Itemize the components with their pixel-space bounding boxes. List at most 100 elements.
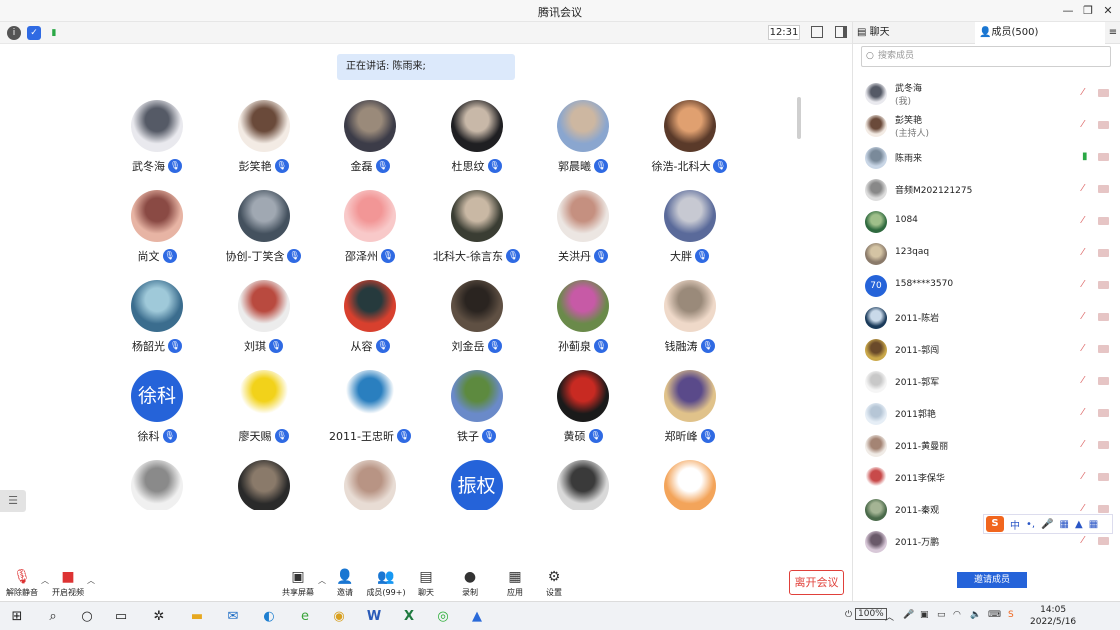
member-row[interactable]: 2011李保华 ⁄ [853, 462, 1120, 494]
member-row[interactable]: 1084 ⁄ [853, 206, 1120, 238]
system-clock[interactable]: 14:05 2022/5/16 [1030, 604, 1076, 628]
participant-tile[interactable]: 杜思纹 🎙 [424, 100, 530, 190]
participant-tile[interactable] [211, 460, 317, 510]
edge-icon[interactable]: ◐ [260, 608, 278, 626]
participant-tile[interactable]: 钱融涛 🎙 [637, 280, 743, 370]
invite-button[interactable]: 👤 邀请 [325, 569, 365, 598]
tray-chevron-icon[interactable]: ︿ [885, 610, 894, 623]
shield-icon[interactable]: ✓ [27, 26, 41, 40]
tray-network-icon[interactable]: ▣ [920, 610, 929, 620]
panel-menu-icon[interactable]: ≡ [1105, 22, 1120, 44]
chrome-icon[interactable]: ◉ [330, 608, 348, 626]
member-row[interactable]: 2011-黄曼丽 ⁄ [853, 430, 1120, 462]
participant-tile[interactable]: 关洪丹 🎙 [530, 190, 636, 280]
member-row[interactable]: 123qaq ⁄ [853, 238, 1120, 270]
member-search-input[interactable]: ○ 搜索成员 [861, 46, 1111, 67]
member-row[interactable]: 2011-陈岩 ⁄ [853, 302, 1120, 334]
member-name: 2011-郭军 [895, 378, 940, 388]
grid-scrollbar[interactable] [797, 97, 801, 139]
search-icon[interactable]: ⌕ [44, 608, 62, 626]
settings-button[interactable]: ⚙ 设置 [534, 569, 574, 598]
participant-tile[interactable]: 廖天赐 🎙 [211, 370, 317, 460]
participant-tile[interactable]: 振权 [424, 460, 530, 510]
member-row[interactable]: 陈雨来 ▮ [853, 142, 1120, 174]
participant-tile[interactable]: 彭笑艳 🎙 [211, 100, 317, 190]
wifi-icon[interactable]: ◠ [953, 610, 961, 620]
member-row[interactable]: 70 158****3570 ⁄ [853, 270, 1120, 302]
participant-tile[interactable]: 协创-丁笑含 🎙 [211, 190, 317, 280]
task-view-icon[interactable]: ▭ [112, 608, 130, 626]
apps-button[interactable]: ▦ 应用 [495, 569, 535, 598]
app-pinwheel-icon[interactable]: ✲ [150, 608, 168, 626]
participant-tile[interactable]: 铁子 🎙 [424, 370, 530, 460]
chat-button[interactable]: ▤ 聊天 [406, 569, 446, 598]
tray-mic-icon[interactable]: 🎤 [903, 610, 914, 620]
participant-tile[interactable]: 大胖 🎙 [637, 190, 743, 280]
punct-icon[interactable]: •, [1026, 519, 1035, 530]
member-row[interactable]: 音频M202121275 ⁄ [853, 174, 1120, 206]
participant-tile[interactable] [317, 460, 423, 510]
ime-lang[interactable]: 中 [1010, 517, 1020, 532]
members-button[interactable]: 👥 成员(99+) [366, 569, 406, 598]
participant-tile[interactable]: 刘金岳 🎙 [424, 280, 530, 370]
word-icon[interactable]: W [365, 608, 383, 626]
list-toggle-icon[interactable]: ☰ [0, 490, 26, 512]
tencent-meeting-icon[interactable]: ▲ [468, 608, 486, 626]
participant-tile[interactable]: 刘琪 🎙 [211, 280, 317, 370]
participant-tile[interactable]: 邵泽州 🎙 [317, 190, 423, 280]
participant-tile[interactable]: 徐浩-北科大 🎙 [637, 100, 743, 190]
tab-members[interactable]: 👤成员(500) [975, 22, 1105, 44]
participant-tile[interactable]: 金磊 🎙 [317, 100, 423, 190]
participant-tile[interactable]: 孙蓟泉 🎙 [530, 280, 636, 370]
participant-tile[interactable]: 杨韶光 🎙 [104, 280, 210, 370]
keyboard-icon[interactable]: ▦ [1060, 519, 1069, 530]
member-row[interactable]: 彭笑艳 (主持人) ⁄ [853, 110, 1120, 142]
windows-start-icon[interactable]: ⊞ [8, 608, 26, 626]
side-panel-toggle-icon[interactable] [835, 26, 847, 38]
invite-members-button[interactable]: 邀请成员 [957, 572, 1027, 588]
close-button[interactable]: ✕ [1098, 2, 1118, 20]
signal-icon[interactable]: ▮ [47, 26, 61, 40]
participant-tile[interactable]: 徐科 徐科 🎙 [104, 370, 210, 460]
participant-tile[interactable]: 郭晨曦 🎙 [530, 100, 636, 190]
voice-icon[interactable]: 🎤 [1041, 519, 1053, 530]
unmute-button[interactable]: 🎙 解除静音 [2, 569, 42, 598]
mail-icon[interactable]: ✉ [224, 608, 242, 626]
record-button[interactable]: ● 录制 [450, 569, 490, 598]
participant-tile[interactable]: 从容 🎙 [317, 280, 423, 370]
skin-icon[interactable]: ▲ [1075, 519, 1083, 530]
tab-chat[interactable]: ▤ 聊天 [853, 22, 975, 44]
participant-tile[interactable]: 尚文 🎙 [104, 190, 210, 280]
participant-tile[interactable]: 郑昕峰 🎙 [637, 370, 743, 460]
start-video-button[interactable]: ■ 开启视频 [48, 569, 88, 598]
participant-tile[interactable]: 北科大-徐言东 🎙 [424, 190, 530, 280]
excel-icon[interactable]: X [400, 608, 418, 626]
volume-icon[interactable]: 🔈 [970, 610, 981, 620]
share-screen-button[interactable]: ▣ 共享屏幕 [278, 569, 318, 598]
ime-toolbar[interactable]: S 中 •, 🎤 ▦ ▲ ▦ [983, 514, 1113, 534]
member-row[interactable]: 2011郭艳 ⁄ [853, 398, 1120, 430]
participant-tile[interactable] [637, 460, 743, 510]
info-icon[interactable]: i [7, 26, 21, 40]
member-row[interactable]: 2011-郭闯 ⁄ [853, 334, 1120, 366]
tray-battery-icon[interactable]: ▭ [937, 610, 946, 620]
sogou-tray-icon[interactable]: S [1008, 610, 1014, 620]
participant-tile[interactable]: 武冬海 🎙 [104, 100, 210, 190]
leave-meeting-button[interactable]: 离开会议 [789, 570, 844, 595]
participant-tile[interactable] [530, 460, 636, 510]
participant-tile[interactable]: 2011-王忠昕 🎙 [317, 370, 423, 460]
file-explorer-icon[interactable]: ▬ [188, 608, 206, 626]
member-row[interactable]: 2011-郭军 ⁄ [853, 366, 1120, 398]
member-row[interactable]: 武冬海 (我) ⁄ [853, 78, 1120, 110]
wechat-icon[interactable]: ◎ [434, 608, 452, 626]
minimize-button[interactable]: — [1058, 2, 1078, 20]
grid-icon[interactable]: ▦ [1089, 519, 1098, 530]
fullscreen-icon[interactable] [811, 26, 823, 38]
cortana-icon[interactable]: ○ [78, 608, 96, 626]
participant-tile[interactable] [104, 460, 210, 510]
ime-tray-icon[interactable]: ⌨ [988, 610, 1001, 620]
video-options-caret-icon[interactable]: ︿ [87, 575, 95, 586]
participant-tile[interactable]: 黄硕 🎙 [530, 370, 636, 460]
maximize-button[interactable]: ❐ [1078, 2, 1098, 20]
ie-icon[interactable]: e [296, 608, 314, 626]
